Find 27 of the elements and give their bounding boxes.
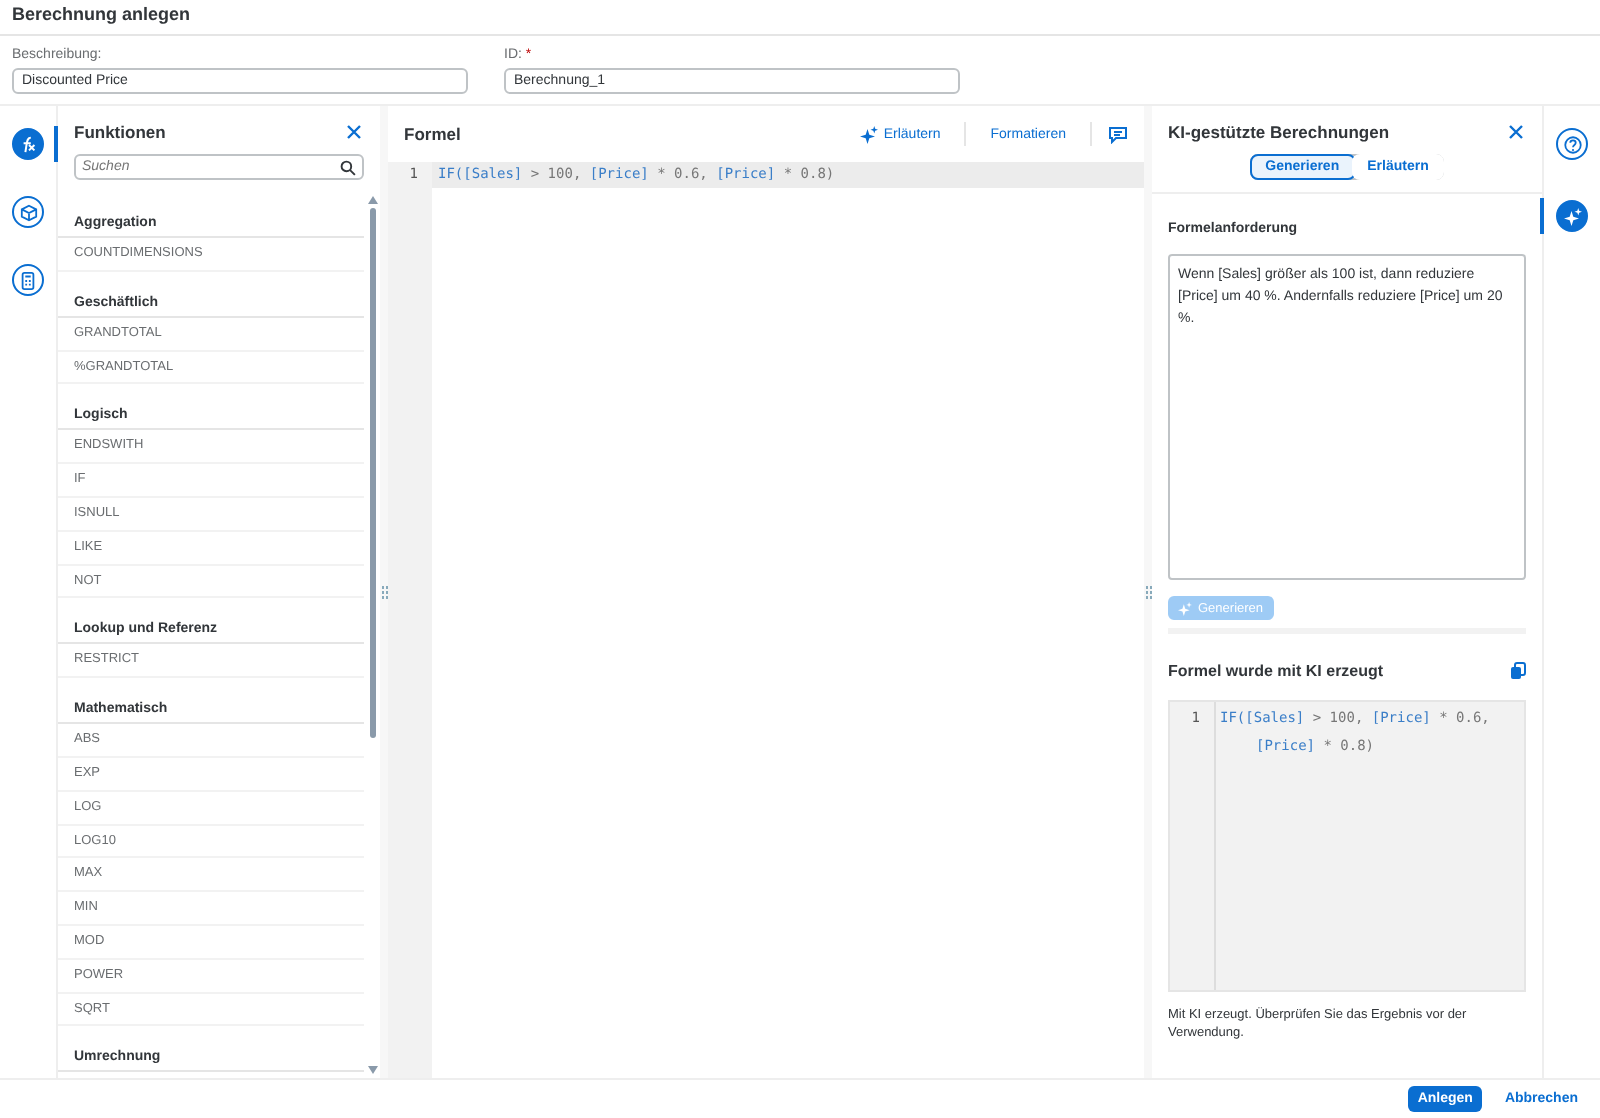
- sparkle-icon: [859, 125, 878, 143]
- active-indicator: [54, 126, 58, 162]
- active-indicator: [1540, 198, 1544, 234]
- panel-title: Formel: [404, 124, 461, 144]
- close-button[interactable]: [1506, 122, 1526, 142]
- sparkle-icon: [1563, 207, 1581, 225]
- cube-icon: [19, 203, 37, 221]
- ai-assistant-tab[interactable]: [1556, 200, 1588, 232]
- scroll-down-icon[interactable]: [367, 1066, 377, 1074]
- help-button[interactable]: [1556, 128, 1588, 160]
- calculator-tab[interactable]: [12, 264, 44, 296]
- section-title: Formel wurde mit KI erzeugt: [1168, 662, 1384, 680]
- calculator-icon: [20, 271, 36, 289]
- help-icon: [1563, 135, 1581, 153]
- cube-tab[interactable]: [12, 196, 44, 228]
- sparkle-icon: [1178, 601, 1192, 615]
- search-icon: [340, 159, 356, 175]
- comment-icon[interactable]: [1108, 125, 1128, 143]
- function-icon: [19, 135, 37, 153]
- scrollbar-thumb[interactable]: [369, 208, 375, 738]
- scroll-up-icon[interactable]: [367, 196, 377, 204]
- panel-title: KI-gestützte Berechnungen: [1168, 122, 1390, 142]
- copy-icon[interactable]: [1510, 662, 1526, 680]
- page-title: Berechnung anlegen: [12, 4, 193, 24]
- close-button[interactable]: [344, 122, 364, 142]
- panel-title: Funktionen: [74, 122, 166, 142]
- function-tab[interactable]: [12, 128, 44, 160]
